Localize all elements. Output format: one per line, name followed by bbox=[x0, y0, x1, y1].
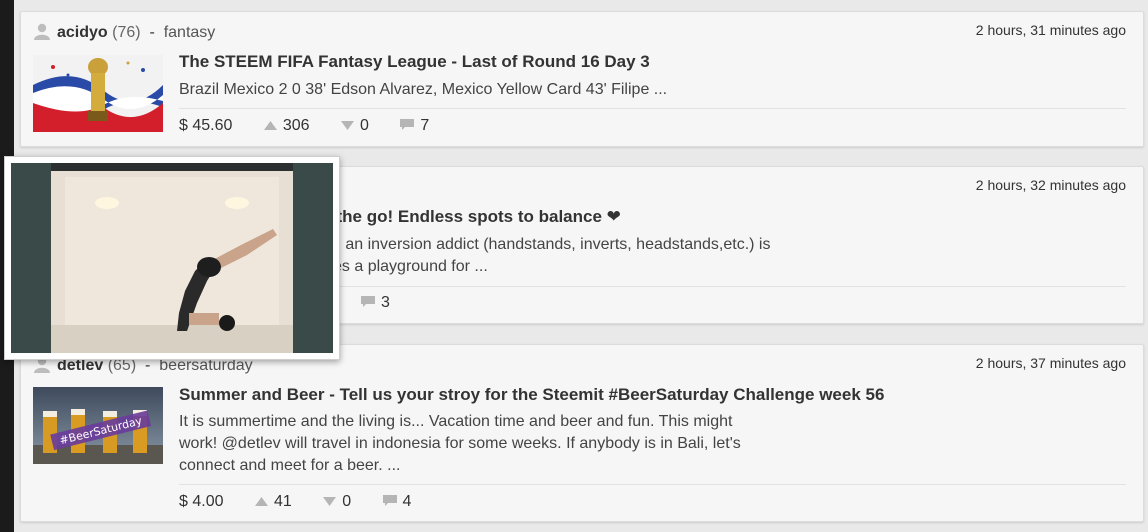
excerpt-line: connect and meet for a beer. ... bbox=[179, 457, 401, 474]
post-stats: $ 4.00 41 0 4 bbox=[179, 493, 437, 511]
upvote-button[interactable]: 41 bbox=[254, 493, 292, 511]
payout-value[interactable]: $ 45.60 bbox=[179, 117, 232, 135]
downvote-icon bbox=[341, 121, 354, 130]
header-separator: - bbox=[149, 24, 155, 41]
upvote-count: 41 bbox=[273, 493, 292, 510]
downvote-button[interactable]: 0 bbox=[322, 493, 351, 511]
downvote-icon bbox=[323, 497, 337, 506]
post-title-link[interactable]: The STEEM FIFA Fantasy League - Last of … bbox=[179, 52, 650, 72]
post-timestamp[interactable]: 2 hours, 37 minutes ago bbox=[976, 355, 1126, 371]
comment-count: 4 bbox=[402, 493, 412, 510]
card-divider bbox=[179, 108, 1126, 109]
post-title-link[interactable]: on the go! Endless spots to balance ❤ bbox=[311, 207, 621, 227]
post-thumbnail[interactable]: #BeerSaturday bbox=[33, 387, 163, 464]
comment-count: 7 bbox=[420, 117, 430, 134]
category-link[interactable]: fantasy bbox=[164, 24, 216, 41]
excerpt-line: work! @detlev will travel in indonesia f… bbox=[179, 435, 741, 452]
comment-icon bbox=[382, 495, 397, 506]
excerpt-line: It is summertime and the living is... Va… bbox=[179, 413, 733, 430]
downvote-count: 0 bbox=[342, 493, 352, 510]
excerpt-line: es a playground for ... bbox=[333, 258, 488, 275]
upvote-count: 306 bbox=[282, 117, 310, 134]
excerpt-line: g an inversion addict (handstands, inver… bbox=[332, 236, 771, 253]
downvote-count: 0 bbox=[360, 117, 369, 134]
user-icon bbox=[33, 22, 51, 40]
comment-icon bbox=[400, 119, 415, 130]
comment-count: 3 bbox=[381, 294, 390, 311]
post-stats: $ 45.60 306 0 7 bbox=[179, 117, 455, 135]
post-card: acidyo (76) - fantasy 2 hours, 31 minute… bbox=[20, 11, 1144, 147]
downvote-button[interactable]: 0 bbox=[340, 117, 369, 135]
post-timestamp[interactable]: 2 hours, 31 minutes ago bbox=[976, 22, 1126, 38]
upvote-button[interactable]: 306 bbox=[263, 117, 310, 135]
image-preview-popup bbox=[4, 156, 340, 360]
card-divider bbox=[179, 484, 1126, 485]
post-title-link[interactable]: Summer and Beer - Tell us your stroy for… bbox=[179, 385, 884, 405]
author-reputation: (76) bbox=[112, 24, 141, 41]
post-excerpt[interactable]: g an inversion addict (handstands, inver… bbox=[332, 234, 932, 278]
post-timestamp[interactable]: 2 hours, 32 minutes ago bbox=[976, 177, 1126, 193]
post-card: detlev (65) - beersaturday 2 hours, 37 m… bbox=[20, 344, 1144, 522]
post-header: acidyo (76) - fantasy bbox=[33, 22, 215, 42]
post-excerpt[interactable]: It is summertime and the living is... Va… bbox=[179, 411, 819, 477]
comments-link[interactable]: 3 bbox=[360, 294, 390, 312]
comments-link[interactable]: 7 bbox=[399, 117, 429, 135]
post-stats: 3 bbox=[360, 294, 416, 312]
comments-link[interactable]: 4 bbox=[382, 493, 412, 511]
post-thumbnail[interactable] bbox=[33, 55, 163, 132]
payout-value[interactable]: $ 4.00 bbox=[179, 493, 223, 511]
comment-icon bbox=[361, 296, 375, 307]
author-link[interactable]: acidyo bbox=[57, 24, 108, 41]
upvote-icon bbox=[254, 497, 268, 506]
upvote-icon bbox=[263, 121, 277, 130]
post-excerpt[interactable]: Brazil Mexico 2 0 38' Edson Alvarez, Mex… bbox=[179, 79, 667, 101]
